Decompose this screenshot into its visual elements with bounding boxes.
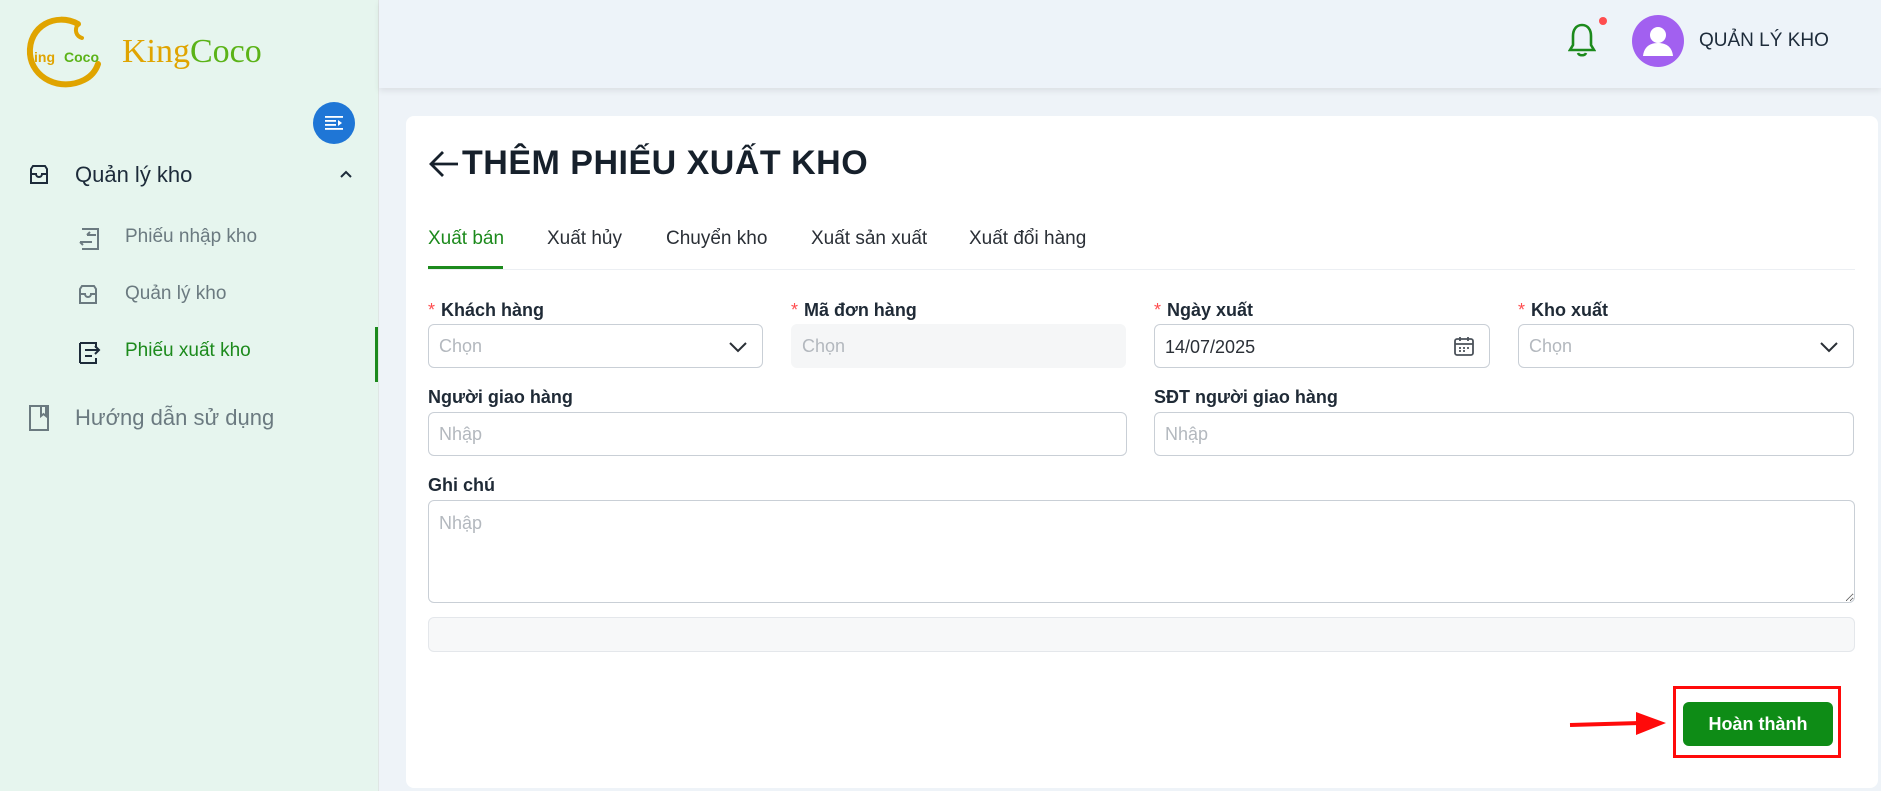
menu-fold-icon	[325, 116, 343, 130]
page-title: THÊM PHIẾU XUẤT KHO	[462, 144, 869, 182]
customer-select[interactable]: Chọn	[428, 324, 763, 368]
sidebar-item-warehouse-management[interactable]: Quản lý kho	[0, 270, 378, 320]
collapse-sidebar-button[interactable]	[313, 102, 355, 144]
sidebar-item-user-guide[interactable]: Hướng dẫn sử dụng	[0, 394, 378, 444]
pointer-arrow-icon	[1568, 706, 1668, 747]
items-table-placeholder	[428, 617, 1855, 652]
notification-dot	[1599, 17, 1607, 25]
active-tab-indicator	[428, 266, 503, 269]
calendar-icon	[1453, 335, 1475, 362]
sidebar-item-label: Quản lý kho	[125, 283, 227, 304]
sidebar-item-label: Hướng dẫn sử dụng	[75, 405, 275, 430]
export-date-label: * Ngày xuất	[1154, 300, 1253, 321]
complete-button[interactable]: Hoàn thành	[1683, 702, 1833, 746]
chevron-down-icon	[1819, 337, 1839, 362]
sidebar-item-export-receipt[interactable]: Phiếu xuất kho	[0, 327, 378, 382]
export-date-value: 14/07/2025	[1165, 337, 1256, 357]
logo-text-coco: Coco	[190, 33, 262, 70]
note-textarea[interactable]	[428, 500, 1855, 603]
export-type-tabs: Xuất bán Xuất hủy Chuyển kho Xuất sản xu…	[428, 220, 1855, 270]
sidebar-item-import-receipt[interactable]: Phiếu nhập kho	[0, 213, 378, 263]
customer-select-placeholder: Chọn	[439, 336, 483, 356]
shipper-phone-label: SĐT người giao hàng	[1154, 387, 1338, 407]
avatar[interactable]	[1632, 15, 1684, 67]
order-code-label: * Mã đơn hàng	[791, 300, 917, 321]
customer-label: * Khách hàng	[428, 300, 544, 321]
tab-exchange-export[interactable]: Xuất đổi hàng	[969, 228, 1086, 250]
arrows-swap-icon	[76, 226, 102, 257]
warehouse-label: * Kho xuất	[1518, 300, 1608, 321]
required-mark: *	[428, 300, 436, 320]
logo-text-king: King	[122, 33, 190, 70]
logo-text: KingCoco	[122, 33, 262, 71]
warehouse-select[interactable]: Chọn	[1518, 324, 1854, 368]
required-mark: *	[791, 300, 799, 320]
sidebar-item-label: Phiếu nhập kho	[125, 226, 258, 247]
back-arrow-icon[interactable]	[428, 148, 460, 185]
required-mark: *	[1154, 300, 1162, 320]
shipper-phone-input[interactable]	[1154, 412, 1854, 456]
tab-production-export[interactable]: Xuất sản xuất	[811, 228, 927, 250]
note-label: Ghi chú	[428, 475, 495, 495]
tab-disposal-export[interactable]: Xuất hủy	[547, 228, 622, 250]
order-code-label-text: Mã đơn hàng	[804, 300, 917, 320]
sidebar: ing Coco KingCoco Quản lý kho Phiếu nhập…	[0, 0, 379, 791]
export-date-label-text: Ngày xuất	[1167, 300, 1254, 320]
shipper-input[interactable]	[428, 412, 1127, 456]
customer-label-text: Khách hàng	[441, 300, 545, 320]
logo-mark-icon: ing Coco	[26, 12, 110, 92]
warehouse-select-placeholder: Chọn	[1529, 336, 1573, 356]
chevron-down-icon	[728, 337, 748, 362]
order-code-input	[791, 324, 1126, 368]
sidebar-group-label: Quản lý kho	[75, 162, 193, 187]
warehouse-label-text: Kho xuất	[1531, 300, 1609, 320]
svg-text:Coco: Coco	[64, 49, 99, 65]
svg-text:ing: ing	[34, 49, 55, 65]
logo[interactable]: ing Coco KingCoco	[26, 12, 262, 92]
book-icon	[27, 404, 51, 437]
shipper-label: Người giao hàng	[428, 387, 573, 407]
export-date-picker[interactable]: 14/07/2025	[1154, 324, 1490, 368]
sidebar-item-label: Phiếu xuất kho	[125, 340, 251, 361]
export-list-icon	[76, 340, 102, 371]
user-icon	[1643, 27, 1673, 56]
notification-bell-icon[interactable]	[1567, 22, 1597, 63]
required-mark: *	[1518, 300, 1526, 320]
inbox-icon	[27, 163, 51, 192]
chevron-up-icon	[338, 166, 354, 187]
tab-sale-export[interactable]: Xuất bán	[428, 228, 504, 250]
inbox-icon	[76, 283, 100, 312]
tab-transfer-warehouse[interactable]: Chuyển kho	[666, 228, 767, 250]
username-label[interactable]: QUẢN LÝ KHO	[1699, 30, 1829, 52]
sidebar-group-warehouse[interactable]: Quản lý kho	[0, 150, 378, 200]
